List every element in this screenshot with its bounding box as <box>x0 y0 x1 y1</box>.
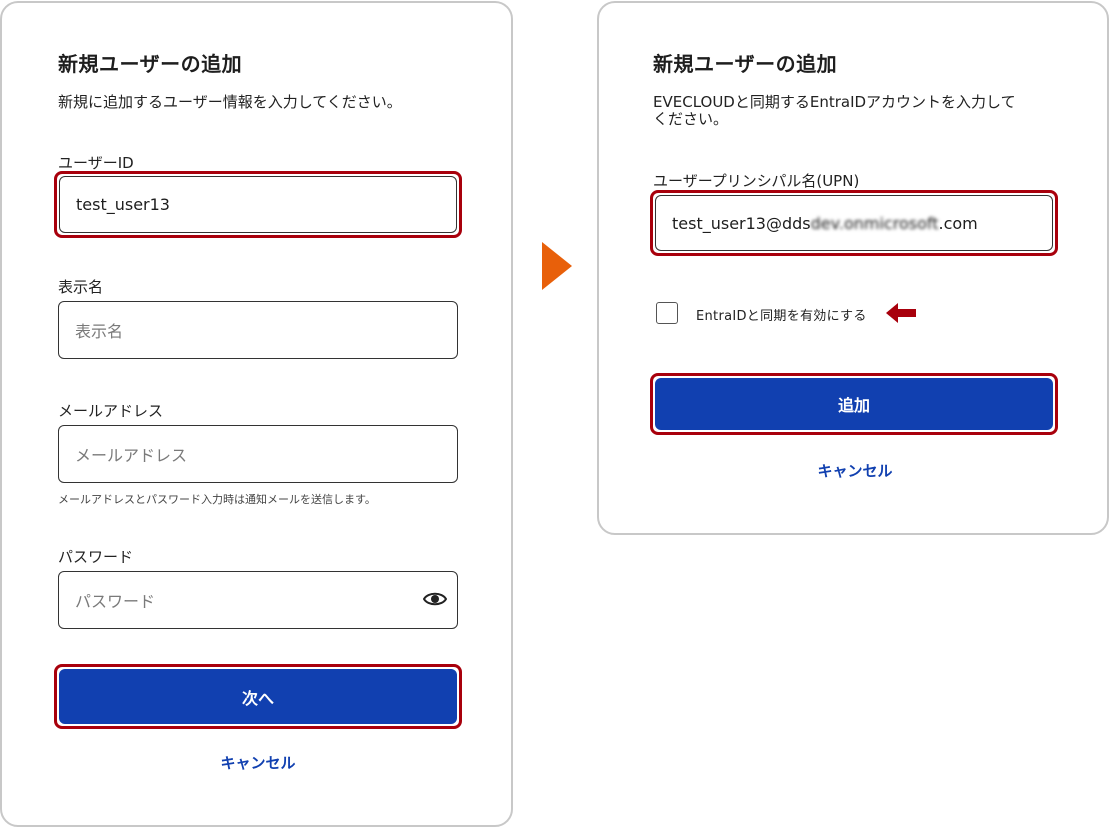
display-name-label: 表示名 <box>58 278 104 296</box>
entraid-sync-label: EntraIDと同期を有効にする <box>696 309 867 324</box>
email-placeholder: メールアドレス <box>75 446 188 465</box>
email-label: メールアドレス <box>58 402 164 420</box>
upn-input[interactable]: test_user13@dds dev.onmicrosoft .com <box>655 195 1053 251</box>
upn-value-suffix: .com <box>938 213 978 233</box>
pointer-arrow-icon <box>886 303 916 323</box>
form-description: 新規に追加するユーザー情報を入力してください。 <box>58 93 402 111</box>
upn-value-redacted: dev.onmicrosoft <box>810 213 939 233</box>
upn-label: ユーザープリンシパル名(UPN) <box>653 172 860 190</box>
display-name-input[interactable]: 表示名 <box>58 301 458 359</box>
flow-arrow-icon <box>542 242 572 290</box>
entraid-sync-checkbox[interactable] <box>656 302 678 324</box>
next-button[interactable]: 次へ <box>59 669 457 724</box>
cancel-link[interactable]: キャンセル <box>58 752 458 773</box>
password-placeholder: パスワード <box>75 592 156 611</box>
email-input[interactable]: メールアドレス <box>58 425 458 483</box>
form-description-line2: ください。 <box>653 110 729 128</box>
add-button[interactable]: 追加 <box>655 378 1053 430</box>
user-id-input[interactable]: test_user13 <box>59 176 457 233</box>
email-help-text: メールアドレスとパスワード入力時は通知メールを送信します。 <box>58 493 376 506</box>
page-title: 新規ユーザーの追加 <box>653 52 838 76</box>
password-input[interactable]: パスワード <box>58 571 458 629</box>
new-user-form-panel: 新規ユーザーの追加 新規に追加するユーザー情報を入力してください。 ユーザーID… <box>0 1 513 827</box>
cancel-link[interactable]: キャンセル <box>655 460 1055 481</box>
page-title: 新規ユーザーの追加 <box>58 52 243 76</box>
upn-value-prefix: test_user13@dds <box>672 213 811 233</box>
user-id-value: test_user13 <box>76 195 170 214</box>
password-label: パスワード <box>58 548 134 566</box>
eye-icon[interactable] <box>423 590 447 608</box>
display-name-placeholder: 表示名 <box>75 322 124 341</box>
form-description-line1: EVECLOUDと同期するEntraIDアカウントを入力して <box>653 93 1016 111</box>
user-id-label: ユーザーID <box>58 154 134 172</box>
entraid-sync-panel: 新規ユーザーの追加 EVECLOUDと同期するEntraIDアカウントを入力して… <box>597 1 1109 535</box>
